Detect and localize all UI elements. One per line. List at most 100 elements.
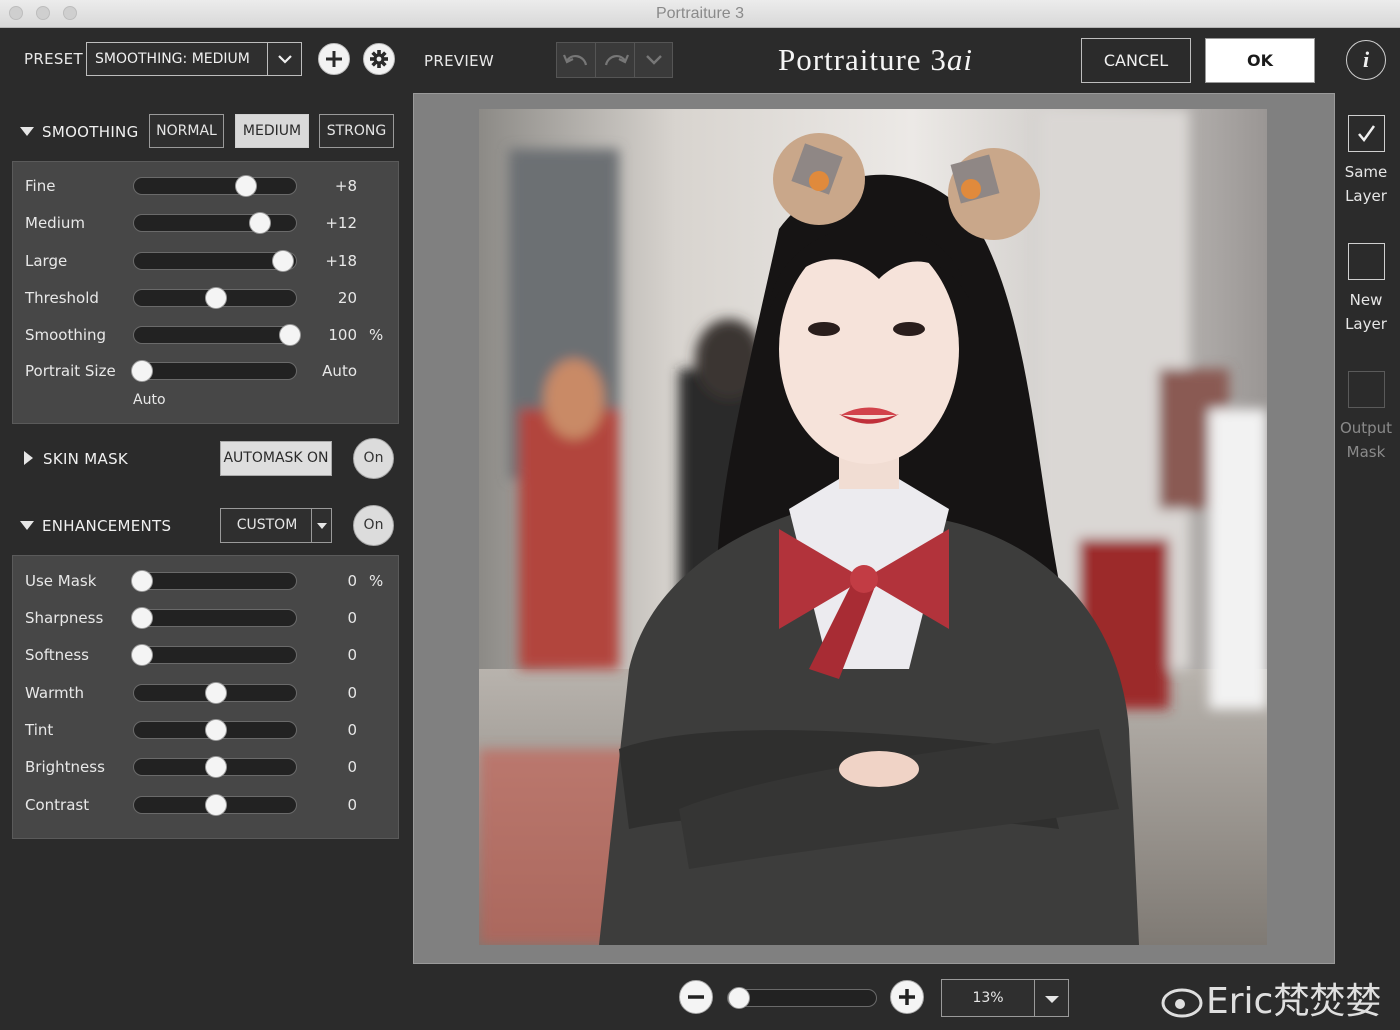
- enhancement-contrast-slider-thumb[interactable]: [205, 794, 227, 816]
- cancel-button[interactable]: CANCEL: [1081, 38, 1191, 83]
- smoothing-medium-value: +12: [325, 214, 357, 232]
- enhancement-sharpness-slider-thumb[interactable]: [131, 607, 154, 629]
- zoom-slider[interactable]: [727, 987, 877, 1009]
- info-button[interactable]: i: [1346, 40, 1386, 80]
- enhancement-tint-slider-thumb[interactable]: [205, 719, 227, 741]
- enhancements-dropdown-button[interactable]: [311, 509, 331, 542]
- preview-label: PREVIEW: [424, 52, 495, 70]
- redo-icon: [604, 54, 630, 66]
- enhancement-warmth-label: Warmth: [25, 684, 84, 702]
- enhancement-brightness-slider[interactable]: [133, 756, 297, 778]
- zoom-level-select[interactable]: 13%: [941, 979, 1069, 1017]
- enhancement-tint-label: Tint: [25, 721, 54, 739]
- enhancement-softness-slider-thumb[interactable]: [131, 644, 154, 666]
- smoothing-threshold-slider-thumb[interactable]: [205, 287, 227, 309]
- smoothing-large-value: +18: [325, 252, 357, 270]
- new-layer-label: New Layer: [1330, 288, 1400, 336]
- smoothing-fine-slider[interactable]: [133, 175, 297, 197]
- zoom-out-button[interactable]: [679, 980, 713, 1014]
- output-mask-checkbox: [1348, 371, 1385, 408]
- expand-triangle-icon: [20, 521, 34, 530]
- history-menu-button[interactable]: [635, 43, 674, 77]
- smoothing-portrait-size-value: Auto: [322, 362, 357, 380]
- smoothing-portrait-size-label: Portrait Size: [25, 362, 116, 380]
- automask-button[interactable]: AUTOMASK ON: [220, 441, 332, 476]
- smoothing-large-slider-thumb[interactable]: [272, 250, 295, 272]
- enhancements-section-header[interactable]: ENHANCEMENTS: [20, 517, 171, 535]
- enhancement-use-mask-label: Use Mask: [25, 572, 97, 590]
- enhancement-tint-value: 0: [347, 721, 357, 739]
- enhancement-sharpness-slider[interactable]: [131, 607, 297, 629]
- preset-dropdown-button[interactable]: [267, 43, 301, 75]
- skin-mask-title: SKIN MASK: [43, 450, 129, 468]
- skin-mask-section-header[interactable]: SKIN MASK: [24, 450, 128, 468]
- zoom-slider-thumb[interactable]: [727, 987, 750, 1009]
- preset-select[interactable]: SMOOTHING: MEDIUM: [86, 42, 302, 76]
- same-layer-label-line2: Layer: [1345, 187, 1387, 205]
- enhancement-use-mask-slider-thumb[interactable]: [131, 570, 154, 592]
- smoothing-smoothing-slider[interactable]: [133, 324, 301, 346]
- smoothing-threshold-slider[interactable]: [133, 287, 297, 309]
- skin-mask-on-toggle[interactable]: On: [353, 438, 394, 479]
- preset-label: PRESET: [24, 50, 83, 68]
- gear-icon: [370, 50, 388, 68]
- checkmark-icon: [1358, 125, 1376, 143]
- zoom-dropdown-button[interactable]: [1034, 980, 1068, 1016]
- caret-down-icon: [317, 523, 327, 529]
- smoothing-smoothing-slider-thumb[interactable]: [278, 324, 301, 346]
- preview-photo[interactable]: [479, 109, 1267, 945]
- output-mask-label-line2: Mask: [1346, 443, 1386, 461]
- enhancement-brightness-label: Brightness: [25, 758, 105, 776]
- enhancement-use-mask-slider[interactable]: [131, 570, 297, 592]
- smoothing-portrait-size-slider[interactable]: [131, 360, 297, 382]
- smoothing-large-slider[interactable]: [133, 250, 297, 272]
- smoothing-strong-button[interactable]: STRONG: [319, 114, 394, 148]
- smoothing-panel: Fine +8 Medium +12 Large +18 Threshold 20 Smooth…: [12, 161, 399, 424]
- weibo-logo-icon: [1161, 988, 1203, 1018]
- enhancement-warmth-slider-thumb[interactable]: [205, 682, 227, 704]
- smoothing-fine-label: Fine: [25, 177, 56, 195]
- enhancement-use-mask-value: 0: [347, 572, 357, 590]
- new-layer-checkbox[interactable]: [1348, 243, 1385, 280]
- smoothing-medium-slider[interactable]: [133, 212, 297, 234]
- enhancement-contrast-value: 0: [347, 796, 357, 814]
- enhancement-sharpness-value: 0: [347, 609, 357, 627]
- enhancement-brightness-slider-thumb[interactable]: [205, 756, 227, 778]
- smoothing-title: SMOOTHING: [42, 123, 139, 141]
- smoothing-normal-button[interactable]: NORMAL: [149, 114, 224, 148]
- enhancement-contrast-slider[interactable]: [133, 794, 297, 816]
- logo-text: Portraiture 3: [778, 42, 947, 77]
- enhancement-softness-slider[interactable]: [131, 644, 297, 666]
- minus-icon: [688, 995, 704, 999]
- watermark-text: Eric梵焚婪: [1206, 981, 1382, 1022]
- enhancement-softness-value: 0: [347, 646, 357, 664]
- smoothing-section-header[interactable]: SMOOTHING: [20, 123, 139, 141]
- enhancement-use-mask-unit: %: [369, 572, 384, 590]
- enhancement-brightness-value: 0: [347, 758, 357, 776]
- enhancements-preset-select[interactable]: CUSTOM: [220, 508, 332, 543]
- zoom-in-button[interactable]: [890, 980, 924, 1014]
- same-layer-checkbox[interactable]: [1348, 115, 1385, 152]
- enhancements-on-toggle[interactable]: On: [353, 505, 394, 546]
- title-bar: Portraiture 3: [0, 0, 1400, 28]
- smoothing-portrait-size-slider-thumb[interactable]: [131, 360, 154, 382]
- enhancement-sharpness-label: Sharpness: [25, 609, 104, 627]
- enhancement-tint-slider[interactable]: [133, 719, 297, 741]
- smoothing-fine-slider-thumb[interactable]: [234, 175, 257, 197]
- new-layer-label-line1: New: [1349, 291, 1383, 309]
- smoothing-medium-button[interactable]: MEDIUM: [235, 114, 309, 148]
- enhancements-preset-value: CUSTOM: [236, 517, 298, 533]
- plus-icon: [899, 989, 915, 1005]
- enhancement-warmth-slider[interactable]: [133, 682, 297, 704]
- redo-button[interactable]: [596, 43, 635, 77]
- add-preset-button[interactable]: [318, 43, 350, 75]
- ok-button[interactable]: OK: [1205, 38, 1315, 83]
- logo-ai-text: ai: [946, 42, 973, 77]
- preset-settings-button[interactable]: [363, 43, 395, 75]
- preset-select-value: SMOOTHING: MEDIUM: [95, 51, 250, 67]
- portrait-photo-illustration: [479, 109, 1267, 945]
- undo-button[interactable]: [557, 43, 596, 77]
- expand-triangle-icon: [20, 127, 34, 136]
- smoothing-smoothing-unit: %: [369, 326, 384, 344]
- smoothing-medium-slider-thumb[interactable]: [249, 212, 272, 234]
